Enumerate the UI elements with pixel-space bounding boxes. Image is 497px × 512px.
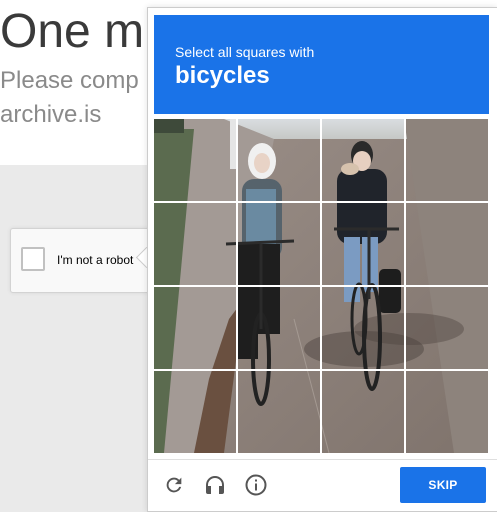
page-heading: One m	[0, 5, 145, 58]
challenge-instruction: Select all squares with	[175, 44, 315, 60]
grid-tile[interactable]	[320, 369, 406, 453]
recaptcha-anchor: I'm not a robot	[10, 228, 157, 293]
grid-tile[interactable]	[320, 285, 406, 371]
page-site-name: archive.is	[0, 101, 102, 128]
footer-divider	[148, 459, 497, 460]
grid-tile[interactable]	[404, 285, 488, 371]
grid-tile[interactable]	[404, 119, 488, 203]
captcha-challenge-panel: Select all squares with bicycles SKIP	[147, 7, 497, 512]
grid-tile[interactable]	[320, 201, 406, 287]
challenge-image-grid	[154, 119, 488, 453]
grid-tile[interactable]	[154, 201, 238, 287]
info-icon[interactable]	[242, 471, 270, 499]
grid-tile[interactable]	[320, 119, 406, 203]
page-subtitle: Please comp	[0, 67, 139, 94]
grid-tile[interactable]	[236, 119, 322, 203]
grid-tile[interactable]	[404, 201, 488, 287]
skip-button[interactable]: SKIP	[400, 467, 486, 503]
reload-icon[interactable]	[160, 471, 188, 499]
challenge-target: bicycles	[175, 62, 270, 89]
grid-tile[interactable]	[154, 119, 238, 203]
not-a-robot-checkbox[interactable]	[21, 247, 45, 271]
not-a-robot-label: I'm not a robot	[57, 253, 134, 267]
grid-tile[interactable]	[236, 285, 322, 371]
grid-tile[interactable]	[154, 369, 238, 453]
grid-tile[interactable]	[236, 201, 322, 287]
audio-headphones-icon[interactable]	[201, 471, 229, 499]
grid-tile[interactable]	[236, 369, 322, 453]
grid-tile[interactable]	[154, 285, 238, 371]
challenge-header: Select all squares with bicycles	[154, 15, 489, 114]
grid-tile[interactable]	[404, 369, 488, 453]
